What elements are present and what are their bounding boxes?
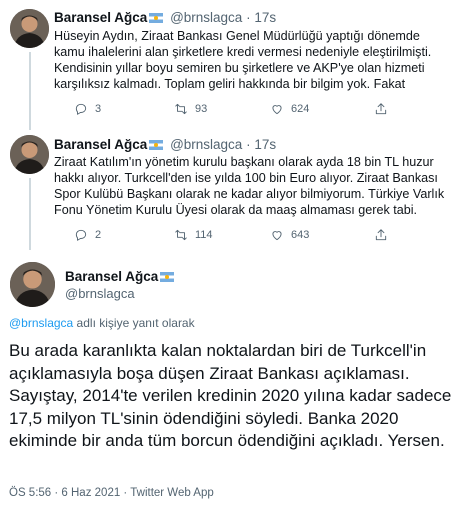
heart-icon [272,105,282,115]
reply-button[interactable]: 2 [74,228,101,242]
timestamp[interactable]: 17s [254,10,276,25]
like-count: 624 [291,103,310,115]
reply-count: 2 [95,229,102,241]
mention-link[interactable]: @brnslagca [9,316,73,330]
argentina-flag-icon [160,272,175,282]
main-tweet-text: Bu arada karanlıkta kalan noktalardan bi… [9,341,452,450]
tweet-actions: 2 114 643 [54,228,449,244]
avatar[interactable] [10,135,49,174]
thread-line [29,52,31,130]
reply-button[interactable]: 3 [74,102,101,116]
retweet-icon [175,103,187,115]
retweet-button[interactable]: 114 [174,228,213,242]
share-icon [375,103,387,115]
separator-dot: · [246,10,251,25]
like-button[interactable]: 624 [270,102,309,116]
reply-count: 3 [95,103,102,115]
retweet-count: 93 [195,103,208,115]
retweet-icon [175,229,187,241]
display-name[interactable]: Baransel Ağca [54,10,147,25]
share-icon [375,229,387,241]
thread-line [29,178,31,250]
tweet-meta: ÖS 5:56 · 6 Haz 2021 · Twitter Web App [9,487,214,499]
tweet-header: Baransel Ağca @brnslagca · 17s [54,10,276,25]
argentina-flag-icon [149,13,164,23]
heart-icon [272,231,282,241]
reply-icon [75,229,87,241]
tweet-header: Baransel Ağca @brnslagca · 17s [54,137,276,152]
user-handle[interactable]: @brnslagca [170,10,242,25]
thread-tweet-1[interactable]: Baransel Ağca @brnslagca · 17s Hüseyin A… [0,0,465,130]
tweet-text: Hüseyin Aydın, Ziraat Bankası Genel Müdü… [54,29,432,91]
tweet-actions: 3 93 624 [54,102,449,118]
timestamp[interactable]: 17s [254,137,276,152]
argentina-flag-icon [149,140,164,150]
avatar[interactable] [10,262,55,307]
main-user-handle[interactable]: @brnslagca [65,286,135,301]
share-button[interactable] [374,102,388,116]
display-name[interactable]: Baransel Ağca [54,137,147,152]
replying-to: @brnslagca adlı kişiye yanıt olarak [9,316,195,330]
main-display-name[interactable]: Baransel Ağca [65,269,177,284]
reply-icon [75,103,87,115]
tweet-text: Ziraat Katılım'ın yönetim kurulu başkanı… [54,155,445,217]
retweet-button[interactable]: 93 [174,102,207,116]
share-button[interactable] [374,228,388,242]
display-name[interactable]: Baransel Ağca [65,269,158,284]
retweet-count: 114 [195,229,213,241]
separator-dot: · [246,137,251,152]
thread-tweet-2[interactable]: Baransel Ağca @brnslagca · 17s Ziraat Ka… [0,130,465,250]
avatar[interactable] [10,9,49,48]
like-count: 643 [291,229,310,241]
user-handle[interactable]: @brnslagca [170,137,242,152]
like-button[interactable]: 643 [270,228,309,242]
replying-to-label: adlı kişiye yanıt olarak [73,316,195,330]
